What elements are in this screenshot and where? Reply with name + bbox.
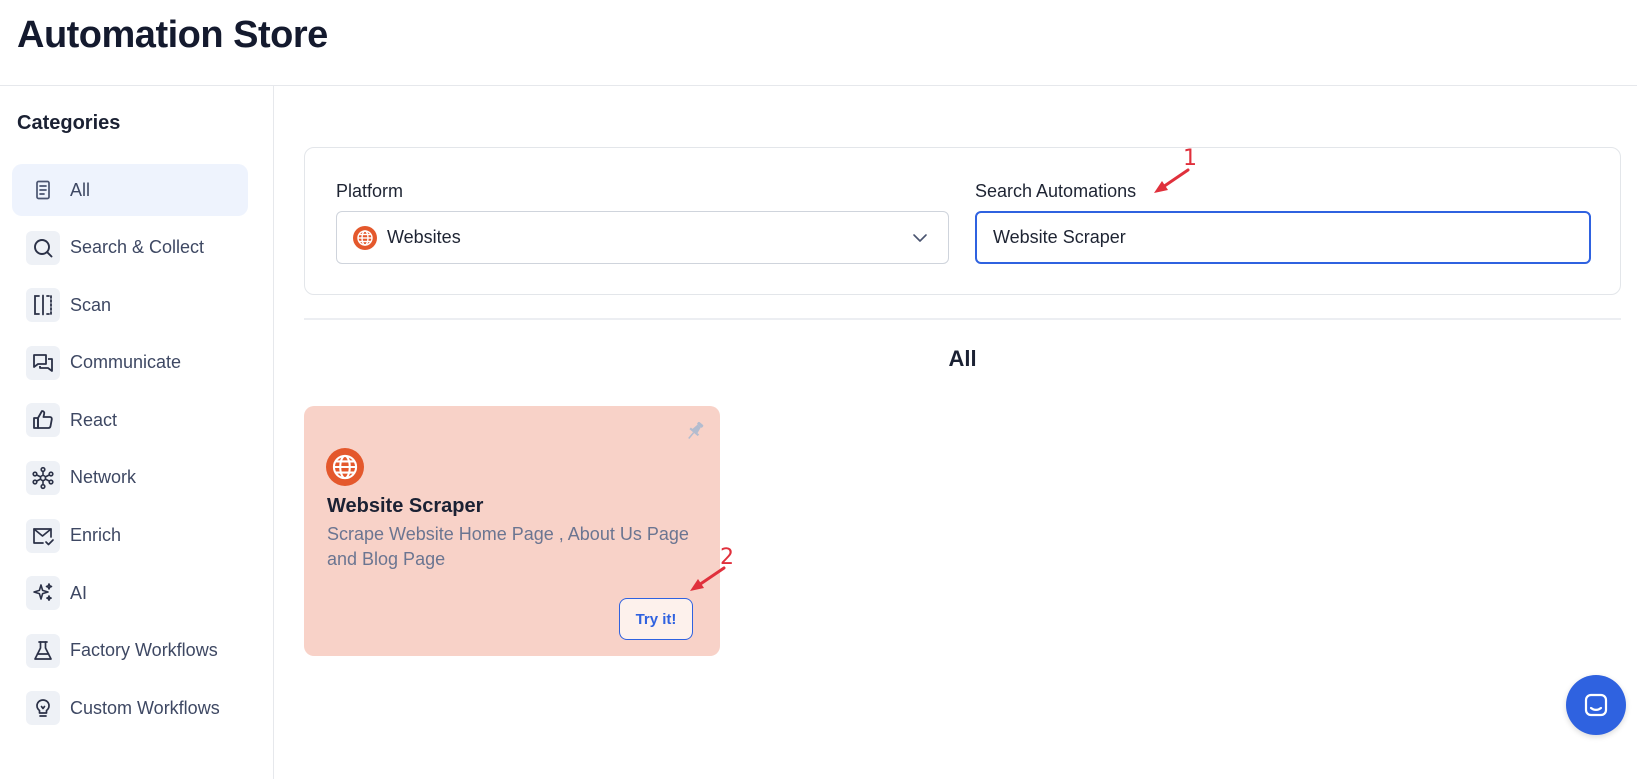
- platform-label: Platform: [336, 181, 404, 201]
- sidebar-item-search-collect[interactable]: Search & Collect: [12, 222, 248, 274]
- sidebar-item-label: Communicate: [70, 352, 182, 373]
- sidebar-item-factory-workflows[interactable]: Factory Workflows: [12, 625, 248, 677]
- category-list: All Search & Collect Scan Communicate Re: [12, 164, 248, 740]
- thumbs-up-icon: [26, 403, 60, 438]
- sidebar-item-label: Custom Workflows: [70, 697, 220, 718]
- page-title: Automation Store: [17, 14, 328, 56]
- sidebar-item-enrich[interactable]: Enrich: [12, 510, 248, 562]
- document-icon: [26, 173, 60, 207]
- sidebar-item-label: Search & Collect: [70, 237, 205, 258]
- filter-panel: Platform Websites Search Automations: [304, 147, 1621, 295]
- sidebar-item-network[interactable]: Network: [12, 452, 248, 504]
- pin-icon[interactable]: [682, 418, 708, 444]
- main-content: Platform Websites Search Automations All…: [275, 86, 1637, 779]
- card-description: Scrape Website Home Page , About Us Page…: [327, 524, 689, 569]
- sidebar-item-scan[interactable]: Scan: [12, 279, 248, 331]
- annotation-arrow-icon: [690, 566, 726, 591]
- sidebar-item-label: Scan: [70, 294, 112, 315]
- section-title: All: [948, 346, 977, 371]
- card-title: Website Scraper: [327, 495, 484, 517]
- sidebar-item-label: Factory Workflows: [70, 640, 218, 661]
- sidebar-item-label: React: [70, 409, 118, 430]
- globe-icon: [326, 448, 364, 486]
- sidebar-item-label: AI: [70, 582, 88, 603]
- top-bar: Automation Store: [0, 0, 1637, 86]
- sidebar-item-label: All: [70, 179, 91, 200]
- lightbulb-icon: [26, 691, 60, 726]
- section-divider: [304, 318, 1621, 320]
- network-icon: [26, 460, 60, 495]
- scan-icon: [26, 288, 60, 323]
- try-it-button[interactable]: Try it!: [619, 598, 693, 640]
- sidebar-item-label: Network: [70, 467, 137, 488]
- search-label: Search Automations: [975, 181, 1137, 201]
- flask-icon: [26, 633, 60, 668]
- sidebar-item-communicate[interactable]: Communicate: [12, 337, 248, 389]
- mail-check-icon: [26, 518, 60, 553]
- chat-icon: [1584, 693, 1608, 717]
- search-icon: [26, 230, 60, 265]
- sidebar-item-custom-workflows[interactable]: Custom Workflows: [12, 682, 248, 734]
- sparkles-icon: [26, 576, 60, 611]
- chat-launcher-button[interactable]: [1566, 675, 1626, 735]
- search-input[interactable]: [975, 211, 1591, 264]
- platform-value: Websites: [387, 227, 461, 247]
- sidebar-item-all[interactable]: All: [12, 164, 248, 216]
- chat-bubbles-icon: [26, 345, 60, 380]
- sidebar: Categories All Search & Collect Scan Com…: [0, 86, 274, 779]
- chevron-down-icon: [913, 234, 927, 242]
- sidebar-title: Categories: [17, 112, 121, 134]
- automation-card[interactable]: Website Scraper Scrape Website Home Page…: [304, 406, 720, 656]
- annotation-arrow-icon: [1154, 168, 1190, 193]
- sidebar-item-ai[interactable]: AI: [12, 567, 248, 619]
- sidebar-item-label: Enrich: [70, 525, 122, 546]
- platform-select[interactable]: Websites: [336, 211, 949, 264]
- sidebar-item-react[interactable]: React: [12, 394, 248, 446]
- globe-icon: [353, 225, 377, 250]
